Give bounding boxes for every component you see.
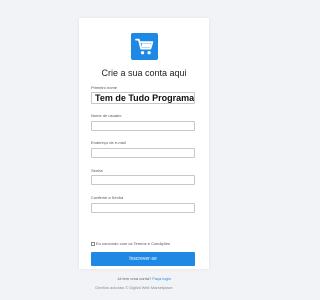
email-field[interactable] <box>91 148 195 158</box>
terms-row: Eu concordo com os Termos e Condições <box>91 241 170 246</box>
email-label: Endereço de e-mail <box>91 140 126 145</box>
footer-copyright: Direitos autorais © Digital Web Marketpl… <box>95 285 173 290</box>
signup-card: Crie a sua conta aqui Primeiro nome Tem … <box>79 18 209 281</box>
login-link[interactable]: Faça login <box>152 276 170 281</box>
login-prompt: Já tem uma conta? <box>117 276 152 281</box>
logo <box>131 33 158 60</box>
signup-button-label: Inscrever-se <box>129 256 157 262</box>
first-name-field[interactable]: Tem de Tudo Programas <box>91 92 195 104</box>
username-label: Nome de usuário <box>91 113 122 118</box>
shopping-cart-icon <box>134 38 153 54</box>
username-field[interactable] <box>91 121 195 131</box>
first-name-label: Primeiro nome <box>91 85 118 90</box>
login-prompt-row: Já tem uma conta? Faça login <box>79 276 209 281</box>
confirm-password-label: Confirme a Senha <box>91 195 124 200</box>
signup-button[interactable]: Inscrever-se <box>91 252 195 266</box>
page-title: Crie a sua conta aqui <box>101 68 187 78</box>
confirm-password-field[interactable] <box>91 203 195 213</box>
terms-label: Eu concordo com os Termos e Condições <box>96 241 170 246</box>
password-field[interactable] <box>91 175 195 185</box>
terms-checkbox[interactable] <box>91 241 95 246</box>
password-label: Senha <box>91 168 103 173</box>
